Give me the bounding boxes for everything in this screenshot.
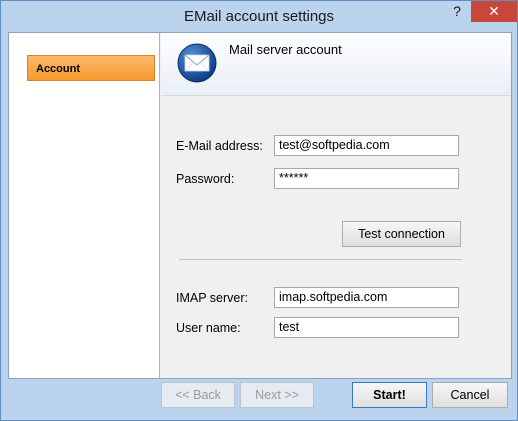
back-button[interactable]: << Back [161,382,235,408]
cancel-button[interactable]: Cancel [432,382,508,408]
envelope-icon [177,43,217,83]
email-field[interactable]: test@softpedia.com [274,135,459,156]
sidebar-item-account[interactable]: Account [27,55,155,81]
imap-server-field[interactable]: imap.softpedia.com [274,287,459,308]
test-connection-button[interactable]: Test connection [342,221,461,247]
start-button[interactable]: Start! [352,382,427,408]
password-field[interactable]: ****** [274,168,459,189]
section-divider [179,259,462,260]
imap-server-label: IMAP server: [176,291,249,305]
username-field[interactable]: test [274,317,459,338]
window-title: EMail account settings [183,8,335,25]
password-label: Password: [176,172,235,186]
username-label: User name: [176,321,241,335]
page-header: Mail server account [161,33,511,96]
next-button[interactable]: Next >> [240,382,314,408]
email-label: E-Mail address: [176,139,263,153]
title-bar[interactable]: EMail account settings ? ✕ [1,1,517,32]
help-button[interactable]: ? [443,1,471,22]
header-title: Mail server account [229,42,342,57]
button-bar: << Back Next >> Start! Cancel [1,378,517,420]
sidebar: Account [9,33,160,378]
email-settings-window: EMail account settings ? ✕ Account Mail … [0,0,518,421]
client-area: Account Mail server account E-Mail addre… [8,32,512,379]
close-button[interactable]: ✕ [471,1,517,22]
